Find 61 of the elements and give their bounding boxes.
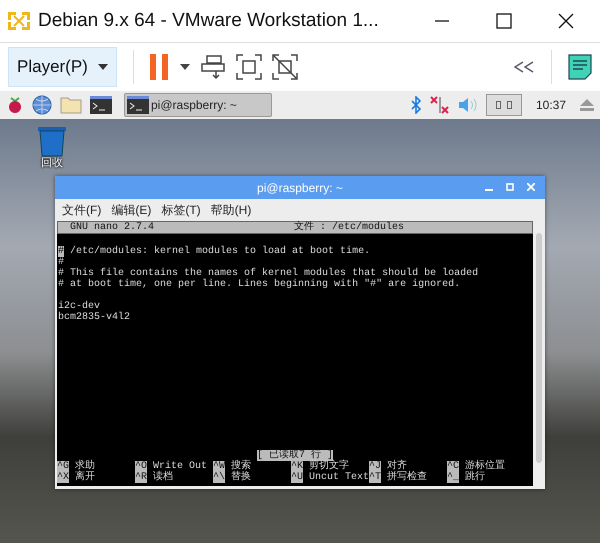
shortcut-key: ^X [57,472,70,483]
cpu-monitor [486,94,522,116]
raspberry-icon[interactable] [6,96,24,114]
shortcut-key: ^\ [213,472,226,483]
player-menu-button[interactable]: Player(P) [8,47,117,87]
network-disconnected-icon[interactable] [430,96,450,114]
close-icon[interactable] [558,13,574,29]
shortcut-key: ^U [291,472,304,483]
send-keys-icon[interactable] [200,54,226,80]
menu-item[interactable]: 标签(T) [161,202,201,218]
shortcut-key: ^R [135,472,148,483]
shortcut-key: ^T [369,472,382,483]
shortcut-label: Write Out [153,461,208,472]
shortcut-label: 求助 [75,461,96,472]
note-icon[interactable] [568,54,592,80]
pause-icon[interactable] [150,54,170,80]
shortcut-key: ^O [135,461,148,472]
bluetooth-icon[interactable] [410,96,422,114]
taskbar-window-button[interactable]: pi@raspberry: ~ [124,93,272,117]
file-line: # at boot time, one per line. Lines beginning with "#" are ignored. [58,279,460,290]
file-line: # [58,257,64,268]
shortcut-label: 游标位置 [465,461,506,472]
file-line: # This file contains the names of kernel modules that should be loaded [58,268,478,279]
unity-icon[interactable] [272,54,298,80]
nano-version: GNU nano 2.7.4 [70,222,154,233]
shortcut-label: 读档 [153,472,174,483]
caret-icon [98,64,108,70]
shortcut-label: 跳行 [465,472,486,483]
maximize-icon[interactable] [496,13,512,29]
double-chevron-icon[interactable] [513,61,535,73]
terminal-icon[interactable] [90,96,112,114]
file-line: # /etc/modules: kernel modules to load at boot time. [58,246,370,257]
shortcut-label: 对齐 [387,461,408,472]
shortcut-key: ^J [369,461,382,472]
fullscreen-icon[interactable] [236,54,262,80]
nano-filename: 文件 : /etc/modules [294,222,404,233]
file-line: i2c-dev [58,301,100,312]
shortcut-label: 拼写检查 [387,472,428,483]
trash-icon[interactable] [36,125,68,157]
shortcut-key: ^K [291,461,304,472]
terminal-title: pi@raspberry: ~ [257,180,343,194]
shortcut-label: 剪切文字 [309,461,350,472]
caret-icon[interactable] [180,64,190,70]
shortcut-label: Uncut Text [309,472,370,483]
menu-item[interactable]: 编辑(E) [111,202,152,218]
shortcut-key: ^_ [447,472,460,483]
shortcut-label: 替换 [231,472,252,483]
menu-item[interactable]: 帮助(H) [210,202,252,218]
shortcut-label: 离开 [75,472,96,483]
globe-icon[interactable] [32,95,52,115]
terminal-icon [127,96,149,114]
shortcut-label: 搜索 [231,461,252,472]
window-title: Debian 9.x 64 - VMware Workstation 1... [38,10,379,32]
nano-status: [ 已读取7 行 ] [256,450,333,461]
shortcut-key: ^G [57,461,70,472]
shortcut-key: ^W [213,461,226,472]
shortcut-key: ^C [447,461,460,472]
desktop-icon-label[interactable]: 回收 [41,157,63,169]
clock: 10:37 [536,98,566,112]
file-line: bcm2835-v4l2 [58,312,130,323]
menu-item[interactable]: 文件(F) [62,202,102,218]
